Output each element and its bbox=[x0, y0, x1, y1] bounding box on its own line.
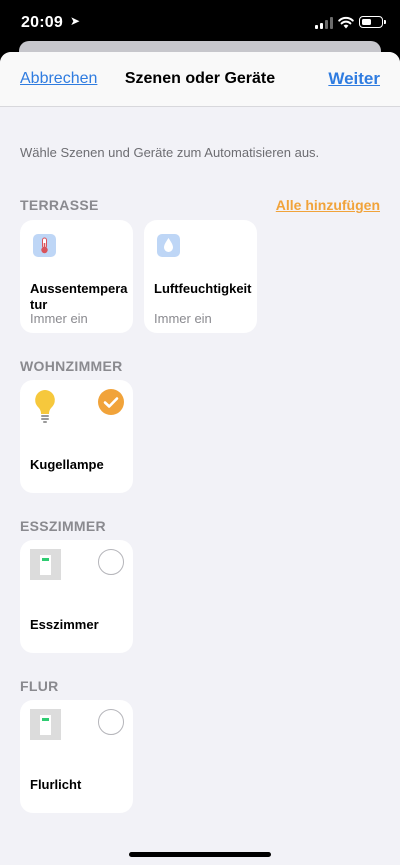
modal-sheet: Abbrechen Szenen oder Geräte Weiter Wähl… bbox=[0, 52, 400, 865]
tile-kugellampe[interactable]: Kugellampe bbox=[20, 380, 133, 493]
lightbulb-icon bbox=[35, 390, 55, 423]
instruction-text: Wähle Szenen und Geräte zum Automatisier… bbox=[20, 145, 320, 160]
home-indicator bbox=[129, 852, 271, 857]
tile-status: Immer ein bbox=[30, 311, 88, 326]
section-header-wohnzimmer: WOHNZIMMER bbox=[20, 358, 123, 374]
status-time: 20:09 bbox=[21, 14, 63, 31]
tile-luftfeuchtigkeit[interactable]: Luftfeuchtigkeit Immer ein bbox=[144, 220, 257, 333]
thermometer-icon bbox=[33, 234, 56, 257]
status-bar: 20:09 ➤ bbox=[0, 0, 400, 44]
humidity-icon bbox=[157, 234, 180, 257]
unselected-circle-icon[interactable] bbox=[98, 549, 124, 575]
section-header-esszimmer: ESSZIMMER bbox=[20, 518, 106, 534]
next-button[interactable]: Weiter bbox=[328, 69, 380, 89]
tile-flurlicht[interactable]: Flurlicht bbox=[20, 700, 133, 813]
tile-aussentemperatur[interactable]: Aussentemperatur Immer ein bbox=[20, 220, 133, 333]
location-arrow-icon: ➤ bbox=[70, 14, 81, 28]
tile-name: Kugellampe bbox=[30, 457, 104, 472]
tile-status: Immer ein bbox=[154, 311, 212, 326]
battery-icon bbox=[359, 16, 386, 28]
tile-esszimmer[interactable]: Esszimmer bbox=[20, 540, 133, 653]
cellular-signal-icon bbox=[315, 17, 333, 29]
tile-name: Esszimmer bbox=[30, 617, 99, 632]
unselected-circle-icon[interactable] bbox=[98, 709, 124, 735]
light-switch-icon bbox=[30, 709, 61, 740]
battery-level bbox=[361, 18, 372, 25]
add-all-button[interactable]: Alle hinzufügen bbox=[276, 197, 380, 213]
tile-name: Flurlicht bbox=[30, 777, 82, 792]
navigation-bar: Abbrechen Szenen oder Geräte Weiter bbox=[0, 52, 400, 107]
wifi-icon bbox=[338, 16, 354, 29]
tile-name: Aussentemperatur bbox=[30, 281, 128, 312]
selected-checkmark-icon[interactable] bbox=[98, 389, 124, 415]
light-switch-icon bbox=[30, 549, 61, 580]
tile-name: Luftfeuchtigkeit bbox=[154, 281, 252, 296]
section-header-terrasse: TERRASSE bbox=[20, 197, 99, 213]
section-header-flur: FLUR bbox=[20, 678, 59, 694]
